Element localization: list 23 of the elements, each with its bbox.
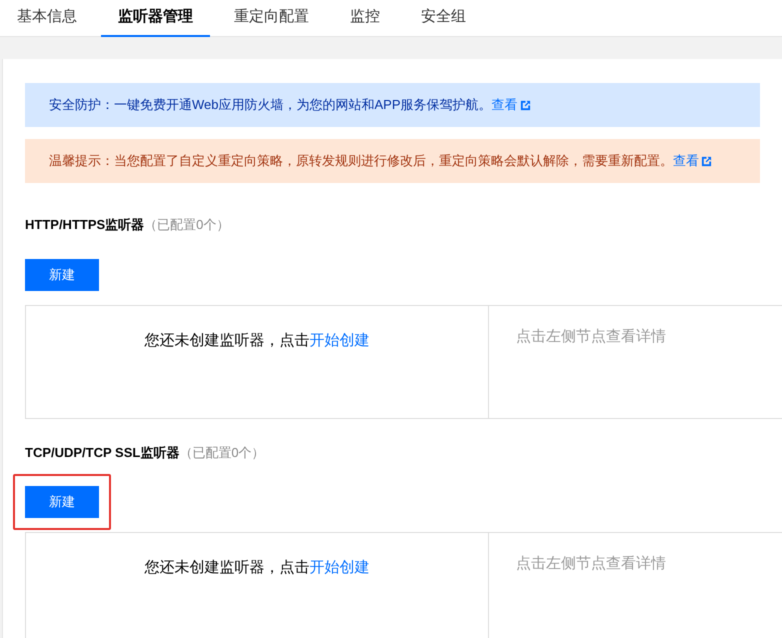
tab[interactable]: 重定向配置	[234, 0, 309, 37]
section-title: TCP/UDP/TCP SSL监听器	[25, 444, 180, 462]
detail-hint: 点击左侧节点查看详情	[516, 555, 666, 572]
view-link[interactable]: 查看	[673, 151, 712, 171]
start-create-link[interactable]: 开始创建	[310, 332, 370, 348]
empty-message: 您还未创建监听器，点击开始创建	[144, 330, 370, 350]
external-link-icon	[701, 156, 712, 166]
tab[interactable]: 监控	[350, 0, 380, 37]
listener-count: （已配置0个）	[179, 444, 265, 462]
start-create-link[interactable]: 开始创建	[310, 559, 370, 576]
section-title: HTTP/HTTPS监听器	[25, 216, 144, 234]
external-link-icon	[520, 100, 531, 110]
new-button[interactable]: 新建	[25, 486, 99, 518]
new-button[interactable]: 新建	[25, 258, 99, 290]
tab[interactable]: 安全组	[421, 0, 466, 37]
notice-text: 安全防护：一键免费开通Web应用防火墙，为您的网站和APP服务保驾护航。	[49, 96, 492, 114]
empty-message: 您还未创建监听器，点击开始创建	[144, 558, 370, 578]
detail-hint: 点击左侧节点查看详情	[516, 328, 666, 344]
tab[interactable]: 基本信息	[17, 0, 77, 37]
tab[interactable]: 监听器管理	[101, 0, 210, 37]
listener-count: （已配置0个）	[144, 216, 230, 234]
notice-text: 温馨提示：当您配置了自定义重定向策略，原转发规则进行修改后，重定向策略会默认解除，需要重新配置。	[49, 152, 673, 170]
view-link[interactable]: 查看	[492, 95, 531, 115]
